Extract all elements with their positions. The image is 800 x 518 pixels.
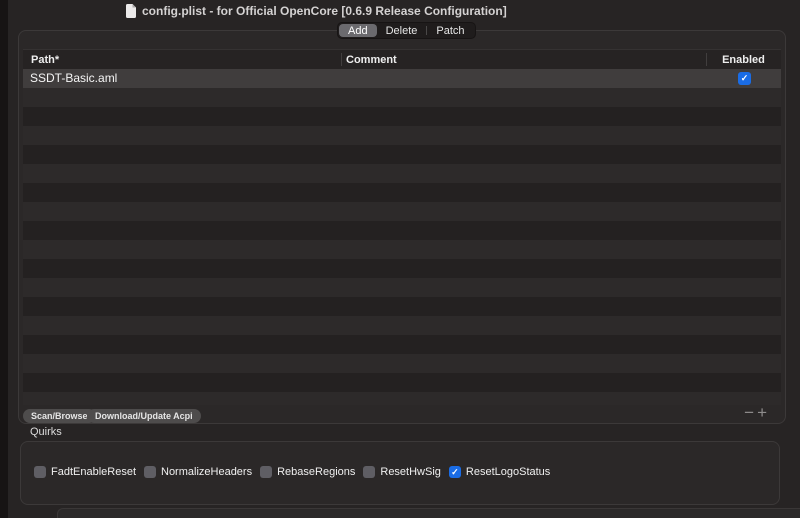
tab-bar: Add Delete Patch (337, 22, 476, 39)
download-update-acpi-button[interactable]: Download/Update Acpi (87, 409, 201, 423)
window-title: config.plist - for Official OpenCore [0.… (142, 4, 507, 18)
table-row-empty (23, 164, 781, 183)
checkbox-icon[interactable] (34, 466, 46, 478)
table-row-empty (23, 88, 781, 107)
quirks-group-box: FadtEnableReset NormalizeHeaders RebaseReg… (20, 441, 780, 505)
add-tab-panel: Path* Comment Enabled SSDT-Basic.aml ✓ S… (18, 30, 786, 424)
table-row-empty (23, 221, 781, 240)
quirk-resetlogostatus[interactable]: ✓ ResetLogoStatus (448, 466, 551, 478)
document-icon (126, 4, 137, 18)
row-add-remove-controls: − + (744, 403, 767, 423)
table-row-empty (23, 145, 781, 164)
column-header-enabled[interactable]: Enabled (706, 50, 781, 69)
table-row-empty (23, 278, 781, 297)
app-window: config.plist - for Official OpenCore [0.… (0, 0, 800, 518)
table-row-empty (23, 316, 781, 335)
desktop-edge (0, 0, 8, 518)
table-row-empty (23, 126, 781, 145)
quirk-label: ResetLogoStatus (465, 466, 551, 478)
table-header: Path* Comment Enabled (23, 50, 781, 69)
quirks-checkbox-row: FadtEnableReset NormalizeHeaders RebaseReg… (34, 466, 550, 478)
quirk-label: ResetHwSig (380, 466, 441, 478)
scan-browse-button[interactable]: Scan/Browse (23, 409, 96, 423)
table-row-empty (23, 202, 781, 221)
acpi-table: Path* Comment Enabled SSDT-Basic.aml ✓ (23, 49, 781, 405)
column-header-path[interactable]: Path* (31, 50, 59, 69)
quirk-fadtenablereset[interactable]: FadtEnableReset (34, 466, 136, 478)
quirk-label: NormalizeHeaders (161, 466, 253, 478)
add-row-button[interactable]: + (757, 403, 767, 423)
remove-row-button[interactable]: − (744, 403, 754, 423)
quirks-section-title: Quirks (30, 426, 62, 438)
table-row-empty (23, 354, 781, 373)
table-row-empty (23, 240, 781, 259)
tab-add[interactable]: Add (339, 24, 377, 37)
checkbox-icon[interactable]: ✓ (448, 466, 461, 478)
table-row-empty (23, 183, 781, 202)
checkbox-icon[interactable] (260, 466, 273, 478)
tab-delete[interactable]: Delete (377, 24, 427, 37)
column-header-comment[interactable]: Comment (346, 50, 397, 69)
table-row[interactable]: SSDT-Basic.aml ✓ (23, 69, 781, 88)
tab-patch[interactable]: Patch (427, 24, 473, 37)
enabled-checkbox[interactable]: ✓ (738, 72, 751, 85)
quirk-rebaseregions[interactable]: RebaseRegions (260, 466, 355, 478)
titlebar: config.plist - for Official OpenCore [0.… (8, 0, 800, 22)
checkbox-icon[interactable] (363, 466, 376, 478)
table-body: SSDT-Basic.aml ✓ (23, 69, 781, 405)
quirk-normalizeheaders[interactable]: NormalizeHeaders (144, 466, 252, 478)
row-path-value: SSDT-Basic.aml (30, 71, 118, 85)
quirk-label: FadtEnableReset (51, 466, 136, 478)
table-row-empty (23, 392, 781, 405)
table-row-empty (23, 373, 781, 392)
table-row-empty (23, 297, 781, 316)
column-divider (341, 53, 342, 66)
quirk-label: RebaseRegions (277, 466, 356, 478)
quirk-resethwsig[interactable]: ResetHwSig (363, 466, 441, 478)
checkbox-icon[interactable] (144, 466, 156, 478)
table-row-empty (23, 107, 781, 126)
table-row-empty (23, 335, 781, 354)
background-window-edge (57, 508, 800, 518)
table-row-empty (23, 259, 781, 278)
